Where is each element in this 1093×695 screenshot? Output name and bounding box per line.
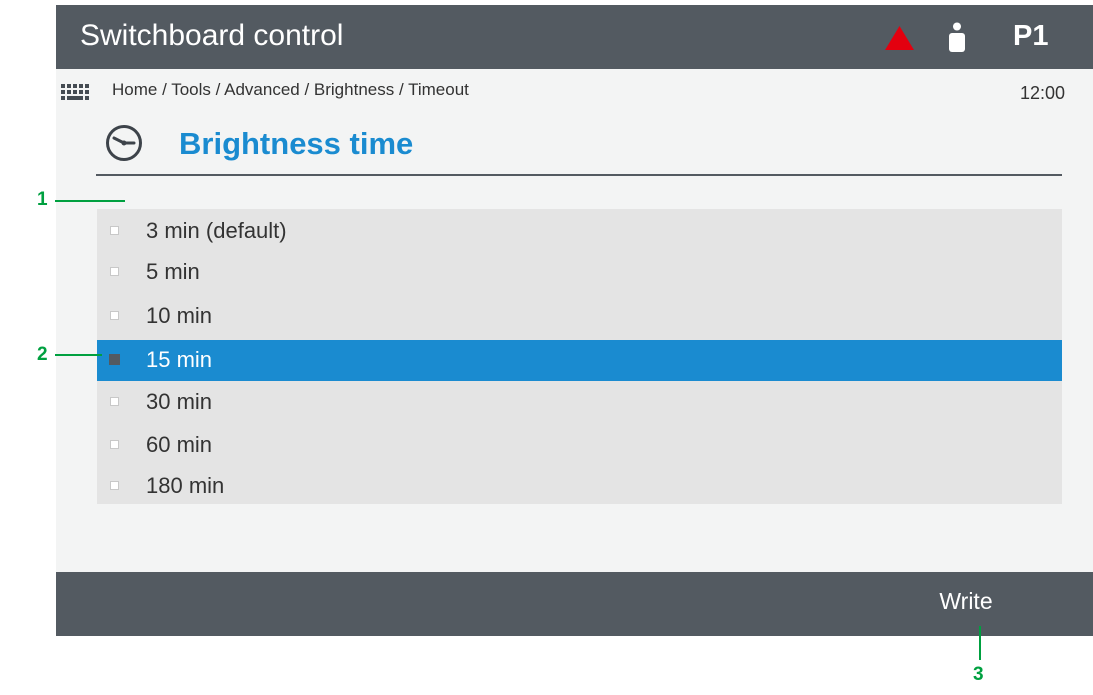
option-label: 180 min <box>146 473 225 498</box>
page-title: Brightness time <box>179 126 414 161</box>
option-row-selected[interactable]: 15 min <box>97 340 1062 381</box>
callout-line-3 <box>979 626 981 660</box>
checkbox-icon <box>110 440 119 449</box>
option-label: 15 min <box>146 347 213 372</box>
header-bar: Switchboard control P1 <box>56 5 1093 69</box>
callout-number-1: 1 <box>37 189 48 210</box>
write-button[interactable]: Write <box>916 590 1016 624</box>
checkbox-icon <box>110 226 119 235</box>
alarm-triangle-icon[interactable] <box>884 25 915 51</box>
callout-line-1 <box>55 200 125 202</box>
callout-number-2: 2 <box>37 344 48 365</box>
checkbox-icon <box>110 267 119 276</box>
callout-number-3: 3 <box>973 664 984 685</box>
option-row[interactable]: 180 min <box>97 466 1062 507</box>
checkbox-icon <box>110 397 119 406</box>
checkbox-icon <box>109 354 120 365</box>
option-label: 60 min <box>146 432 213 457</box>
checkbox-icon <box>110 481 119 490</box>
breadcrumb: Home / Tools / Advanced / Brightness / T… <box>112 80 469 99</box>
callout-line-2 <box>55 354 102 356</box>
switchboard-screen: Switchboard control P1 Home / Tools / Ad… <box>56 5 1093 636</box>
clock-icon <box>106 125 142 161</box>
clock-time: 12:00 <box>1019 83 1065 103</box>
title-divider <box>96 174 1062 176</box>
option-label: 5 min <box>146 259 200 284</box>
footer-bar: Write <box>56 572 1093 636</box>
option-row[interactable]: 3 min (default) <box>97 211 1062 252</box>
option-row[interactable]: 60 min <box>97 425 1062 466</box>
option-label: 10 min <box>146 303 213 328</box>
option-label: 30 min <box>146 389 213 414</box>
app-title: Switchboard control <box>80 19 344 52</box>
option-row[interactable]: 5 min <box>97 252 1062 293</box>
keypad-icon[interactable] <box>61 84 89 100</box>
profile-badge[interactable]: P1 <box>1013 22 1048 51</box>
option-list: 3 min (default) 5 min 10 min 15 min 30 m… <box>97 209 1062 504</box>
checkbox-icon <box>110 311 119 320</box>
option-row[interactable]: 10 min <box>97 296 1062 337</box>
option-label: 3 min (default) <box>146 218 287 243</box>
user-icon[interactable] <box>948 22 966 52</box>
option-row[interactable]: 30 min <box>97 382 1062 423</box>
